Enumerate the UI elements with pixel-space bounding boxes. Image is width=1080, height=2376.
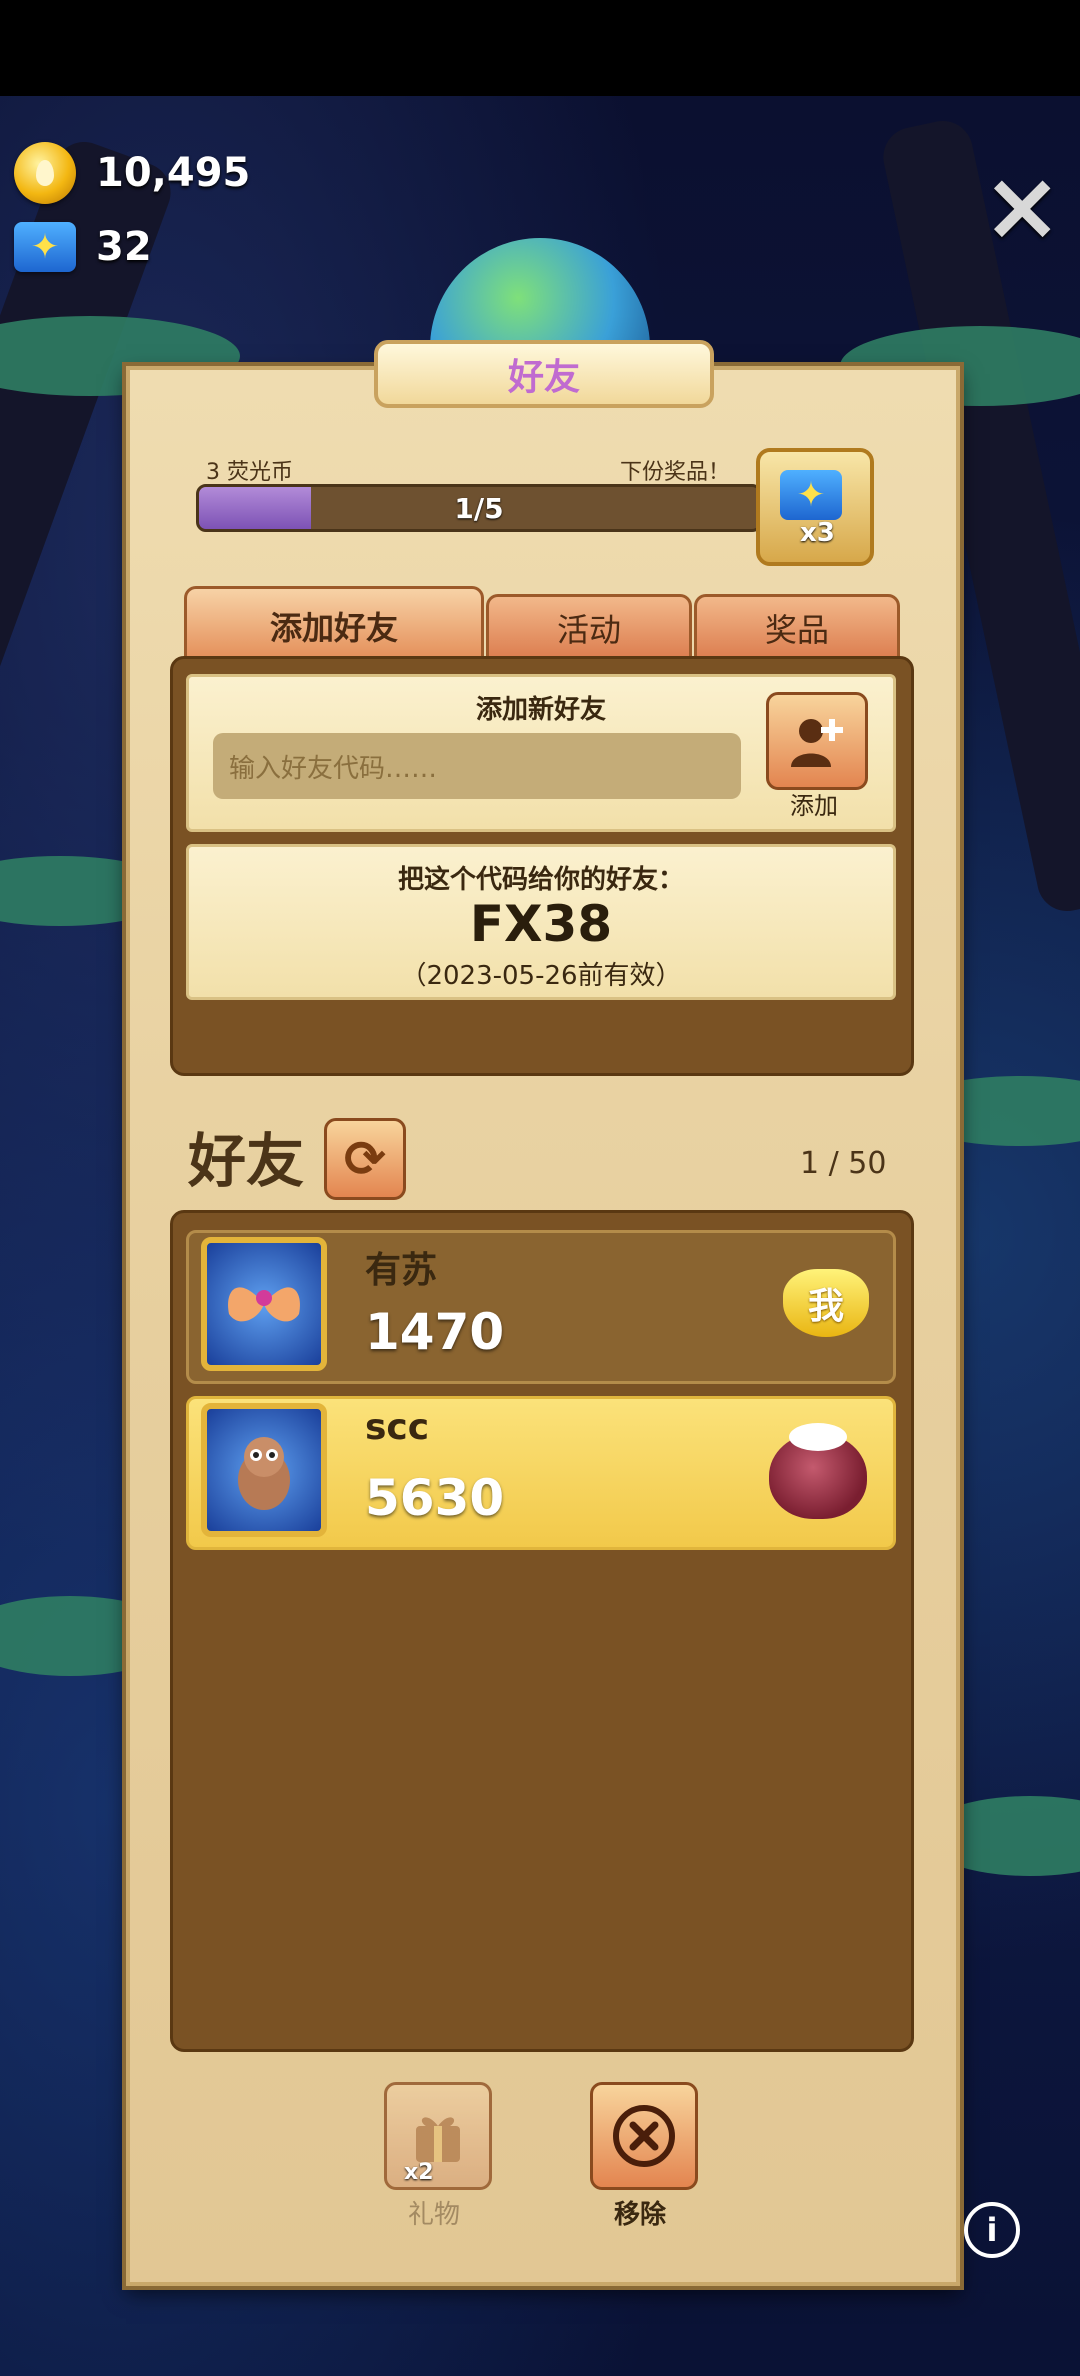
next-reward-box[interactable]: ✦ x3 <box>756 448 874 566</box>
gem-value: 32 <box>96 224 152 270</box>
panel-title: 好友 <box>374 340 714 408</box>
friend-count: 1 / 50 <box>800 1146 887 1181</box>
butterfly-gem-icon: ✦ <box>14 222 76 272</box>
reward-progress-bar: 1/5 <box>196 484 762 532</box>
close-icon[interactable]: × <box>982 158 1062 254</box>
refresh-button[interactable]: ⟳ <box>324 1118 406 1200</box>
my-friend-code: FX38 <box>469 895 613 953</box>
remove-button[interactable] <box>590 2082 698 2190</box>
friend-row-self[interactable]: 有苏 1470 我 <box>186 1230 896 1384</box>
gift-sack-top <box>789 1423 847 1451</box>
reward-quantity: x3 <box>800 518 835 548</box>
remove-icon <box>613 2105 675 2167</box>
tab-events[interactable]: 活动 <box>486 594 692 659</box>
remove-label: 移除 <box>613 2200 666 2230</box>
avatar <box>201 1237 327 1371</box>
gift-icon <box>416 2117 460 2162</box>
add-friend-button[interactable] <box>766 692 868 790</box>
share-code-title: 把这个代码给你的好友： <box>397 865 684 895</box>
gift-quantity: x2 <box>404 2160 434 2185</box>
gift-button[interactable] <box>384 2082 492 2190</box>
info-icon[interactable]: i <box>964 2202 1020 2258</box>
moth-avatar-icon <box>228 1287 300 1322</box>
gem-counter: ✦ 32 <box>14 222 152 272</box>
progress-left-label: 3 荧光币 <box>206 460 293 485</box>
coin-counter: 10,495 <box>14 142 250 204</box>
progress-right-label: 下份奖品！ <box>620 460 731 485</box>
gift-label: 礼物 <box>407 2200 460 2230</box>
refresh-icon: ⟳ <box>344 1130 386 1188</box>
friend-score: 1470 <box>365 1303 505 1361</box>
friend-name: 有苏 <box>365 1250 438 1291</box>
tab-add-friend[interactable]: 添加好友 <box>184 586 484 663</box>
me-badge: 我 <box>783 1269 869 1337</box>
add-button-label: 添加 <box>790 792 838 820</box>
friend-score: 5630 <box>365 1469 505 1527</box>
progress-text: 1/5 <box>454 491 504 525</box>
status-bar <box>0 0 1080 96</box>
friend-row[interactable]: scc 5630 <box>186 1396 896 1550</box>
butterfly-gem-icon: ✦ <box>780 470 842 520</box>
code-expiry: （2023-05-26前有效） <box>400 961 682 991</box>
coin-value: 10,495 <box>96 150 251 196</box>
tab-prizes[interactable]: 奖品 <box>694 594 900 659</box>
avatar <box>201 1403 327 1537</box>
owl-avatar-icon <box>238 1437 290 1510</box>
friend-name: scc <box>365 1407 430 1448</box>
friends-section-title: 好友 <box>188 1127 305 1195</box>
add-user-icon <box>791 719 843 767</box>
share-code-card: 把这个代码给你的好友： FX38 （2023-05-26前有效） <box>186 844 896 1000</box>
friend-code-input[interactable]: 输入好友代码…… <box>213 733 741 799</box>
coin-icon <box>14 142 76 204</box>
